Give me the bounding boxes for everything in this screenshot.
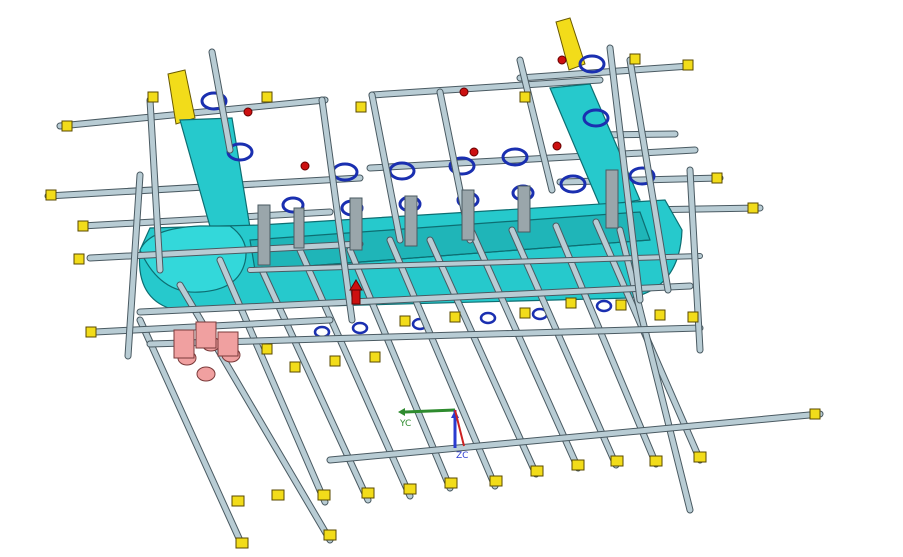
cad-3d-viewport[interactable]: YC ZC	[0, 0, 903, 557]
yc-axis-label: YC	[399, 419, 411, 429]
zc-axis-label: ZC	[456, 451, 468, 461]
